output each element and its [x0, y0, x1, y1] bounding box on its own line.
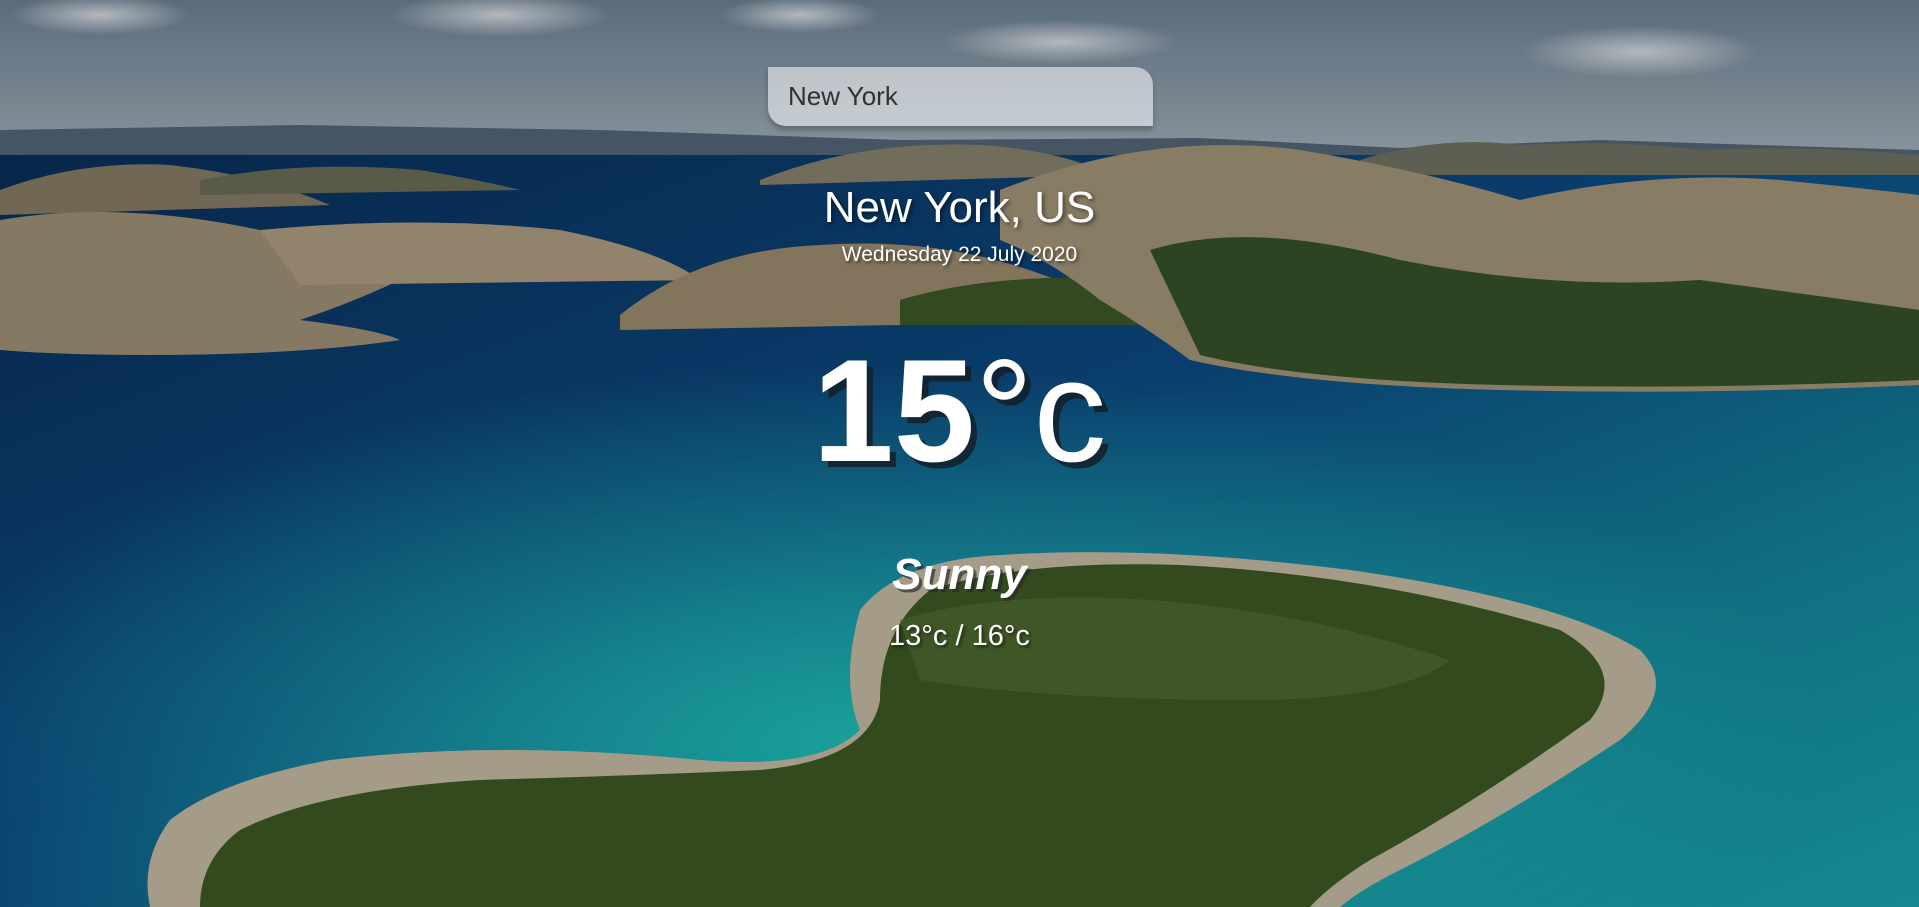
current-temperature: 15°c: [0, 338, 1919, 484]
current-date: Wednesday 22 July 2020: [841, 243, 1078, 266]
weather-condition: Sunny: [892, 550, 1027, 599]
temperature-range: 13°c / 16°c: [889, 620, 1030, 652]
weather-app: New York, US Wednesday 22 July 2020 15°c…: [0, 0, 1919, 907]
location-city-country: New York, US: [823, 183, 1096, 232]
temperature-value: 15: [812, 329, 975, 492]
temperature-unit: °c: [975, 329, 1107, 492]
city-search-input[interactable]: [768, 67, 1153, 126]
